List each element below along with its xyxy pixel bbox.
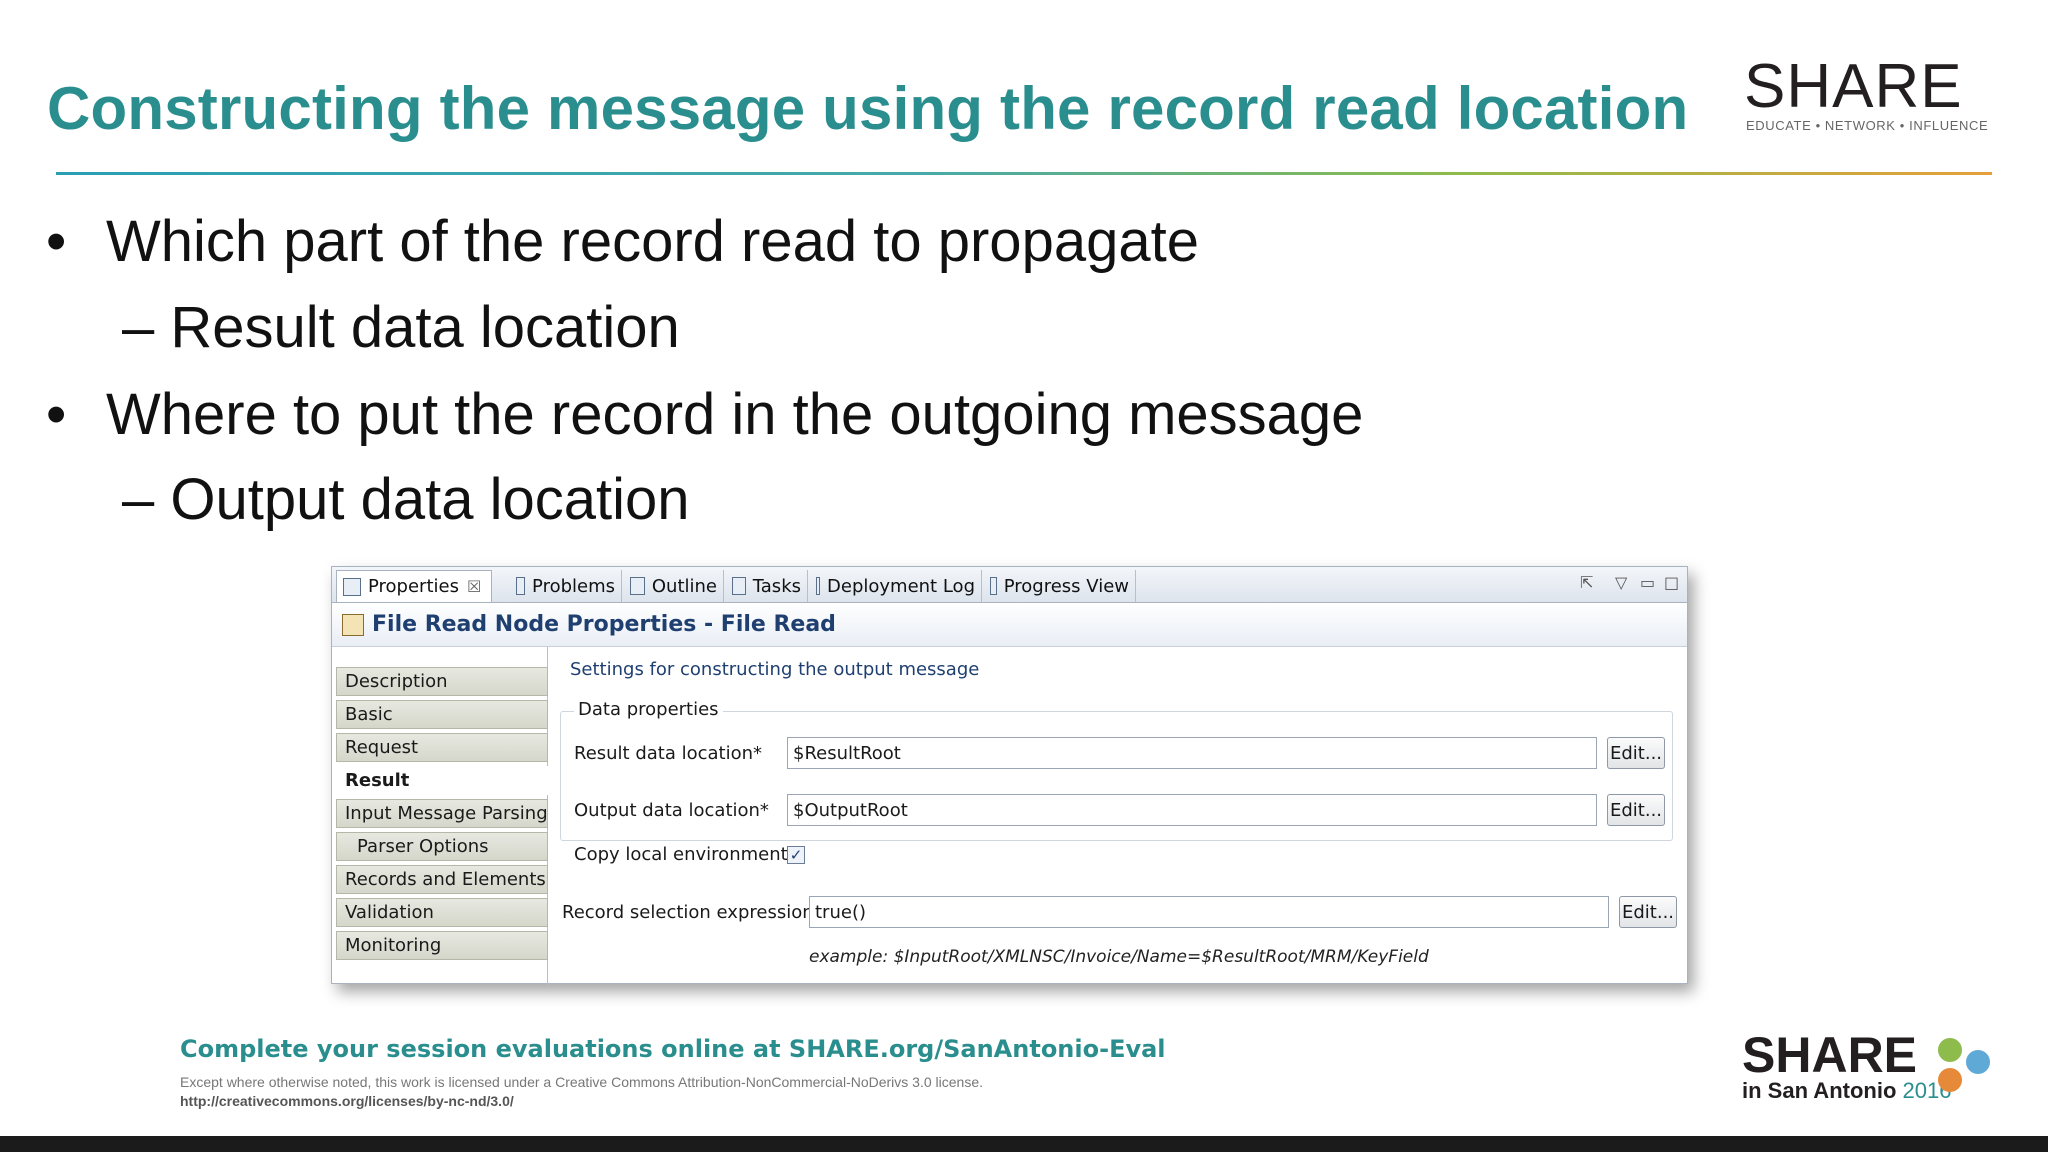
nav-item-result[interactable]: Result [336, 766, 548, 795]
properties-panel: Properties ☒ Problems Outline Tasks Depl… [331, 566, 1688, 985]
minimize-icon[interactable]: ▭ [1640, 573, 1655, 592]
tab-outline[interactable]: Outline [624, 570, 724, 602]
bullet-dot: • [46, 382, 67, 447]
title-rule [56, 172, 1992, 175]
result-edit-button[interactable]: Edit... [1607, 737, 1665, 769]
share-logo-tagline: EDUCATE • NETWORK • INFLUENCE [1746, 118, 1989, 133]
tab-tasks[interactable]: Tasks [726, 570, 808, 602]
nav-item-request[interactable]: Request [336, 733, 548, 762]
session-evaluation-text: Complete your session evaluations online… [180, 1035, 1166, 1063]
tab-label: Properties [368, 576, 459, 597]
output-data-location-field[interactable]: $OutputRoot [787, 794, 1597, 826]
tab-progress-view[interactable]: Progress View [984, 570, 1136, 602]
copy-local-environment-checkbox[interactable]: ✓ [787, 846, 805, 864]
tab-label: Progress View [1003, 575, 1129, 597]
output-data-location-label: Output data location* [574, 800, 769, 821]
record-selection-expression-label: Record selection expression* [562, 902, 823, 923]
view-menu-icon[interactable]: ▽ [1615, 573, 1627, 592]
nav-item-input-message-parsing[interactable]: Input Message Parsing [336, 799, 548, 828]
nav-item-basic[interactable]: Basic [336, 700, 548, 729]
bullet-text: Which part of the record read to propaga… [106, 209, 1199, 274]
record-selection-edit-button[interactable]: Edit... [1619, 896, 1677, 928]
share-logo-word: SHARE [1744, 52, 1963, 121]
nav-item-parser-options[interactable]: Parser Options [336, 832, 548, 861]
license-text: Except where otherwise noted, this work … [180, 1074, 984, 1090]
logo-city: in San Antonio 2016 [1742, 1078, 1951, 1104]
bullet-text: Where to put the record in the outgoing … [106, 382, 1364, 447]
deployment-log-icon [816, 577, 821, 595]
copy-local-environment-label: Copy local environment [574, 844, 788, 865]
tab-label: Deployment Log [827, 575, 975, 597]
tasks-icon [732, 577, 746, 595]
pin-view-icon[interactable]: ⇱ [1580, 573, 1593, 592]
bottom-bar [0, 1136, 2048, 1152]
tab-deployment-log[interactable]: Deployment Log [810, 570, 982, 602]
nav-item-description[interactable]: Description [336, 667, 548, 696]
share-san-antonio-logo: SHARE in San Antonio 2016 [1742, 1030, 2002, 1110]
result-data-location-label: Result data location* [574, 743, 763, 764]
group-title: Data properties [574, 699, 723, 720]
share-logo-word: SHARE [1742, 1027, 1918, 1083]
properties-header-title: File Read Node Properties - File Read [372, 612, 836, 637]
example-hint: example: $InputRoot/XMLNSC/Invoice/Name=… [809, 947, 1429, 967]
view-tab-bar: Properties ☒ Problems Outline Tasks Depl… [332, 567, 1687, 603]
tab-problems[interactable]: Problems [510, 570, 622, 602]
bullet-item: • Which part of the record read to propa… [46, 213, 1199, 271]
logo-city-name: in San Antonio [1742, 1078, 1897, 1103]
properties-header: File Read Node Properties - File Read [332, 603, 1687, 647]
nav-item-validation[interactable]: Validation [336, 898, 548, 927]
tab-properties[interactable]: Properties ☒ [336, 570, 492, 602]
tab-label: Outline [651, 575, 717, 597]
slide-title: Constructing the message using the recor… [47, 75, 1689, 142]
nav-item-records-and-elements[interactable]: Records and Elements [336, 865, 548, 894]
share-dots-icon [1938, 1038, 1990, 1092]
bullet-dot: • [46, 209, 67, 274]
tab-label: Tasks [752, 575, 801, 597]
sub-bullet-text: – Result data location [122, 295, 680, 360]
nav-item-monitoring[interactable]: Monitoring [336, 931, 548, 960]
outline-icon [630, 577, 645, 595]
section-caption: Settings for constructing the output mes… [570, 659, 980, 680]
share-logo: SHARE EDUCATE • NETWORK • INFLUENCE [1744, 56, 1994, 136]
close-icon[interactable]: ☒ [467, 577, 481, 596]
output-edit-button[interactable]: Edit... [1607, 794, 1665, 826]
sub-bullet-text: – Output data location [122, 467, 690, 532]
file-read-node-icon [342, 614, 364, 636]
result-data-location-field[interactable]: $ResultRoot [787, 737, 1597, 769]
bullet-item: • Where to put the record in the outgoin… [46, 386, 1363, 444]
tab-label: Problems [532, 575, 615, 597]
license-url[interactable]: http://creativecommons.org/licenses/by-n… [180, 1093, 514, 1109]
maximize-icon[interactable]: □ [1664, 573, 1679, 592]
progress-view-icon [990, 577, 997, 595]
problems-icon [516, 577, 526, 595]
properties-icon [343, 577, 361, 596]
record-selection-expression-field[interactable]: true() [809, 896, 1609, 928]
